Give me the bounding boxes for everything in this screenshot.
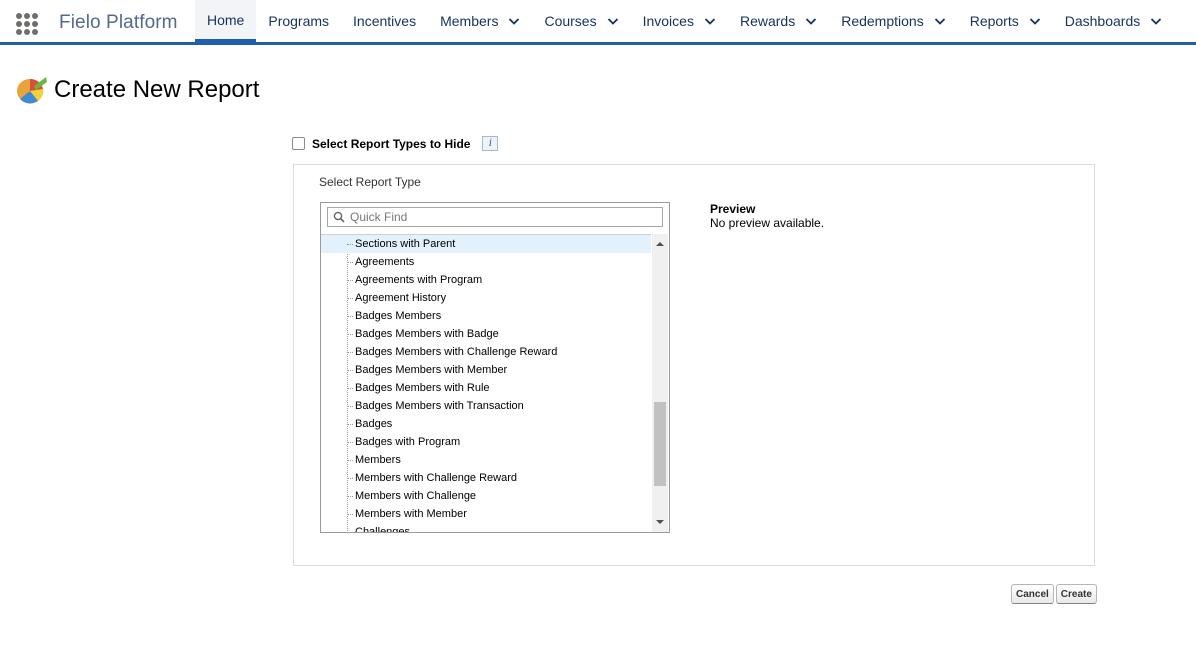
nav-tab-label: Rewards	[739, 13, 796, 29]
report-type-item[interactable]: Agreements with Program	[321, 271, 651, 289]
chevron-down-icon[interactable]	[1150, 15, 1162, 27]
report-type-item[interactable]: Badges Members with Member	[321, 361, 651, 379]
nav-tab-label: Reports	[969, 13, 1019, 29]
preview-title: Preview	[710, 202, 756, 216]
report-type-item[interactable]: Badges Members with Challenge Reward	[321, 343, 651, 361]
global-header: Fielo Platform Home Programs Incentives Mem…	[0, 0, 1196, 45]
scroll-up-arrow-icon[interactable]	[652, 236, 668, 252]
preview-area: Preview No preview available.	[710, 202, 824, 230]
chevron-down-icon[interactable]	[1029, 15, 1041, 27]
report-type-item[interactable]: Badges with Program	[321, 433, 651, 451]
action-buttons: Cancel Create	[1011, 584, 1099, 604]
quick-find-input[interactable]	[350, 209, 650, 225]
nav-tab-label: Programs	[268, 13, 330, 29]
hide-report-types-label: Select Report Types to Hide	[312, 136, 471, 151]
nav-bar: Home Programs Incentives Members Courses Invo…	[195, 0, 1174, 42]
report-type-item[interactable]: Members with Challenge Reward	[321, 469, 651, 487]
nav-tab-label: Dashboards	[1064, 13, 1141, 29]
report-type-item[interactable]: Challenges	[321, 523, 651, 532]
report-type-item[interactable]: Badges	[321, 415, 651, 433]
nav-tab-courses[interactable]: Courses	[532, 0, 630, 42]
nav-tab-label: Invoices	[642, 13, 694, 29]
nav-tab-label: Members	[440, 13, 499, 29]
quick-find-field[interactable]	[327, 207, 663, 227]
nav-tab-incentives[interactable]: Incentives	[341, 0, 428, 42]
hide-report-types-row: Select Report Types to Hide i	[292, 136, 499, 151]
report-type-scrollbar[interactable]	[652, 234, 668, 532]
report-type-item[interactable]: Agreement History	[321, 289, 651, 307]
nav-tab-dashboards[interactable]: Dashboards	[1053, 0, 1175, 42]
report-type-item[interactable]: Members	[321, 451, 651, 469]
report-type-item[interactable]: Badges Members	[321, 307, 651, 325]
page-header: Create New Report	[16, 74, 259, 106]
page-title: Create New Report	[54, 76, 260, 103]
report-type-item[interactable]: Badges Members with Badge	[321, 325, 651, 343]
nav-tab-redemptions[interactable]: Redemptions	[829, 0, 958, 42]
preview-text: No preview available.	[710, 216, 825, 230]
report-type-item[interactable]: Sections with Parent	[321, 235, 651, 253]
select-report-type-label: Select Report Type	[319, 175, 421, 189]
report-type-item[interactable]: Badges Members with Transaction	[321, 397, 651, 415]
hide-report-types-checkbox[interactable]	[292, 137, 305, 150]
chevron-down-icon[interactable]	[607, 15, 619, 27]
app-name: Fielo Platform	[59, 12, 178, 33]
nav-tab-members[interactable]: Members	[428, 0, 532, 42]
report-type-item[interactable]: Agreements	[321, 253, 651, 271]
chevron-down-icon[interactable]	[508, 15, 520, 27]
nav-tab-reports[interactable]: Reports	[958, 0, 1053, 42]
cancel-button[interactable]: Cancel	[1011, 584, 1054, 604]
report-type-item[interactable]: Members with Challenge	[321, 487, 651, 505]
nav-tab-label: Home	[207, 11, 245, 28]
search-icon	[333, 211, 345, 223]
chevron-down-icon[interactable]	[934, 15, 946, 27]
nav-tab-programs[interactable]: Programs	[256, 0, 341, 42]
report-pie-icon	[17, 76, 48, 104]
nav-tab-label: Incentives	[353, 13, 417, 29]
info-icon[interactable]: i	[482, 136, 499, 151]
nav-tab-label: Courses	[544, 13, 597, 29]
scroll-thumb[interactable]	[654, 402, 666, 486]
report-type-item[interactable]: Members with Member	[321, 505, 651, 523]
nav-tab-rewards[interactable]: Rewards	[728, 0, 829, 42]
nav-tab-label: Redemptions	[841, 13, 924, 29]
report-type-panel: Select Report Type Sections with ParentA…	[293, 164, 1095, 566]
create-button[interactable]: Create	[1055, 584, 1097, 604]
report-type-item[interactable]: Badges Members with Rule	[321, 379, 651, 397]
scroll-down-arrow-icon[interactable]	[652, 514, 668, 530]
report-type-list[interactable]: Sections with Parent Agreements Agreements…	[321, 234, 651, 532]
chevron-down-icon[interactable]	[805, 15, 817, 27]
nav-tab-invoices[interactable]: Invoices	[631, 0, 728, 42]
app-launcher-waffle-icon[interactable]	[16, 13, 38, 35]
chevron-down-icon[interactable]	[704, 15, 716, 27]
nav-tab-home[interactable]: Home	[195, 0, 257, 42]
report-type-tree: Sections with ParentAgreementsAgreements…	[320, 202, 670, 533]
